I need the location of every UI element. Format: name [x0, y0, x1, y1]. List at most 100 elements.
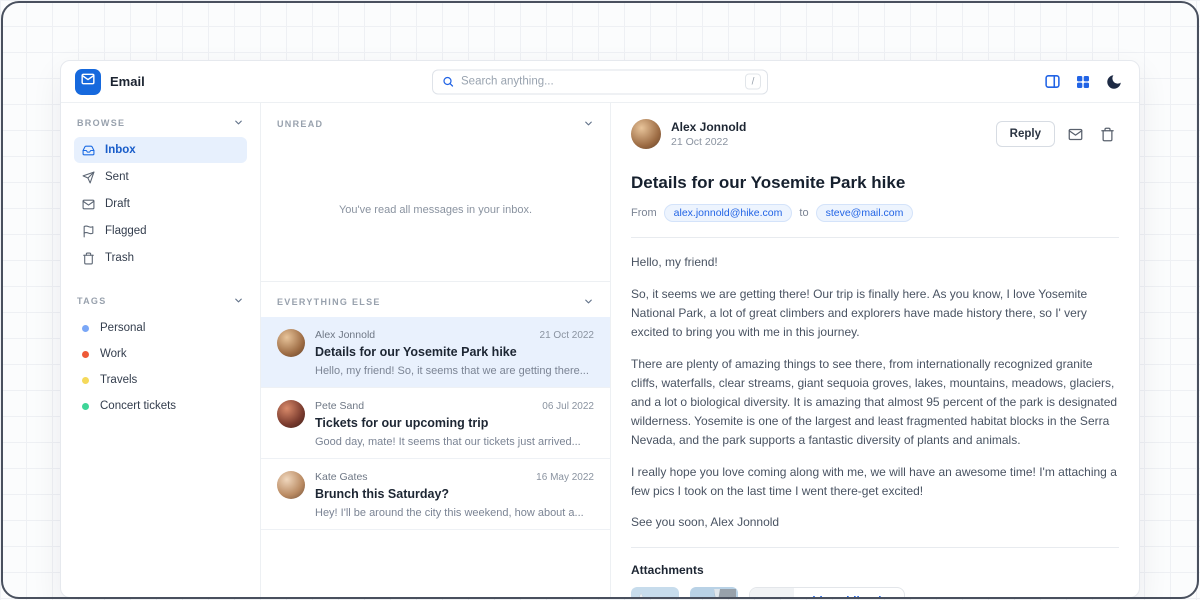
browse-label: BROWSE: [77, 118, 125, 128]
sidebar-item-label: Draft: [105, 198, 130, 210]
tags-section-header: TAGS: [74, 295, 247, 306]
chevron-down-icon[interactable]: [583, 296, 594, 307]
tag-label: Travels: [100, 374, 137, 386]
app-header: Email /: [61, 61, 1139, 103]
header-actions: [1041, 71, 1125, 93]
email-subject: Tickets for our upcoming trip: [315, 416, 594, 430]
attachment-photo[interactable]: [690, 587, 738, 598]
from-label: From: [631, 207, 657, 219]
layout-toggle-button[interactable]: [1041, 71, 1063, 93]
mail-icon: [81, 72, 95, 91]
email-item-content: Pete Sand 06 Jul 2022 Tickets for our up…: [315, 400, 594, 448]
flag-icon: [82, 225, 95, 238]
email-preview: Good day, mate! It seems that our ticket…: [315, 436, 594, 448]
body-paragraph: So, it seems we are getting there! Our t…: [631, 285, 1119, 342]
email-preview: Hey! I'll be around the city this weeken…: [315, 507, 594, 519]
email-date: 21 Oct 2022: [540, 330, 594, 341]
grid-icon: [1075, 74, 1091, 90]
app-logo: [75, 69, 101, 95]
to-email-chip[interactable]: steve@mail.com: [816, 204, 914, 222]
forward-email-button[interactable]: [1063, 122, 1087, 146]
file-meta: videos-hike.zip 100 MB: [794, 596, 904, 598]
search-bar[interactable]: /: [432, 69, 768, 94]
reader-actions: Reply: [996, 121, 1119, 147]
search-shortcut-key: /: [745, 74, 761, 90]
email-reader-panel: Alex Jonnold 21 Oct 2022 Reply: [611, 103, 1139, 597]
sidebar-item-label: Sent: [105, 171, 129, 183]
sidebar-item-label: Inbox: [105, 144, 136, 156]
search-input[interactable]: [461, 76, 738, 88]
search-icon: [442, 76, 454, 88]
tag-item-personal[interactable]: Personal: [74, 315, 247, 341]
everything-else-section-header: EVERYTHING ELSE: [261, 281, 610, 317]
app-title: Email: [110, 74, 145, 89]
from-to-row: From alex.jonnold@hike.com to steve@mail…: [631, 204, 1119, 222]
tag-label: Concert tickets: [100, 400, 176, 412]
moon-icon: [1105, 73, 1123, 91]
email-item-content: Alex Jonnold 21 Oct 2022 Details for our…: [315, 329, 594, 377]
email-list-item[interactable]: Pete Sand 06 Jul 2022 Tickets for our up…: [261, 388, 610, 459]
unread-section-header: UNREAD: [261, 103, 610, 139]
attachments-heading: Attachments: [631, 563, 1119, 577]
body-paragraph: There are plenty of amazing things to se…: [631, 355, 1119, 450]
attachments-row: videos-hike.zip 100 MB: [631, 587, 1119, 598]
body-paragraph: I really hope you love coming along with…: [631, 463, 1119, 501]
delete-email-button[interactable]: [1095, 122, 1119, 146]
divider: [631, 547, 1119, 548]
avatar: [277, 400, 305, 428]
tag-label: Work: [100, 348, 127, 360]
file-icon-box: [750, 587, 794, 598]
avatar: [277, 329, 305, 357]
brand: Email: [75, 69, 145, 95]
trash-icon: [82, 252, 95, 265]
sidebar: BROWSE Inbox Sent: [61, 103, 261, 597]
attachment-photo[interactable]: [631, 587, 679, 598]
sidebar-item-inbox[interactable]: Inbox: [74, 137, 247, 163]
body-paragraph: Hello, my friend!: [631, 253, 1119, 272]
email-list-item[interactable]: Kate Gates 16 May 2022 Brunch this Satur…: [261, 459, 610, 530]
email-item-content: Kate Gates 16 May 2022 Brunch this Satur…: [315, 471, 594, 519]
reader-sender-name: Alex Jonnold: [671, 120, 746, 134]
chevron-down-icon[interactable]: [583, 118, 594, 129]
email-subject: Brunch this Saturday?: [315, 487, 594, 501]
tag-label: Personal: [100, 322, 145, 334]
tag-item-work[interactable]: Work: [74, 341, 247, 367]
sidebar-item-label: Trash: [105, 252, 134, 264]
chevron-down-icon[interactable]: [233, 117, 244, 128]
email-sender: Pete Sand: [315, 400, 364, 412]
send-icon: [82, 171, 95, 184]
email-body: Hello, my friend! So, it seems we are ge…: [631, 253, 1119, 532]
everything-else-label: EVERYTHING ELSE: [277, 297, 381, 307]
email-subject: Details for our Yosemite Park hike: [315, 345, 594, 359]
sidebar-item-sent[interactable]: Sent: [74, 164, 247, 190]
reader-date: 21 Oct 2022: [671, 136, 746, 148]
chevron-down-icon[interactable]: [233, 295, 244, 306]
divider: [631, 237, 1119, 238]
tag-item-concert-tickets[interactable]: Concert tickets: [74, 393, 247, 419]
avatar: [277, 471, 305, 499]
attachment-file[interactable]: videos-hike.zip 100 MB: [749, 587, 905, 598]
to-label: to: [799, 207, 808, 219]
email-list-item[interactable]: Alex Jonnold 21 Oct 2022 Details for our…: [261, 317, 610, 388]
tag-item-travels[interactable]: Travels: [74, 367, 247, 393]
inbox-icon: [82, 144, 95, 157]
avatar: [631, 119, 661, 149]
sidebar-item-draft[interactable]: Draft: [74, 191, 247, 217]
sidebar-item-flagged[interactable]: Flagged: [74, 218, 247, 244]
email-sender: Alex Jonnold: [315, 329, 375, 341]
unread-empty-state: You've read all messages in your inbox.: [261, 139, 610, 281]
tags-label: TAGS: [77, 296, 107, 306]
email-sender: Kate Gates: [315, 471, 368, 483]
reader-header: Alex Jonnold 21 Oct 2022 Reply: [631, 119, 1119, 149]
file-name: videos-hike.zip: [806, 596, 888, 598]
from-email-chip[interactable]: alex.jonnold@hike.com: [664, 204, 793, 222]
dark-mode-toggle[interactable]: [1103, 71, 1125, 93]
tag-color-dot: [82, 403, 89, 410]
reply-button[interactable]: Reply: [996, 121, 1055, 147]
sidebar-item-trash[interactable]: Trash: [74, 245, 247, 271]
tag-color-dot: [82, 377, 89, 384]
tag-color-dot: [82, 351, 89, 358]
email-app-window: Email /: [60, 60, 1140, 598]
apps-grid-button[interactable]: [1072, 71, 1094, 93]
trash-icon: [1100, 127, 1115, 142]
